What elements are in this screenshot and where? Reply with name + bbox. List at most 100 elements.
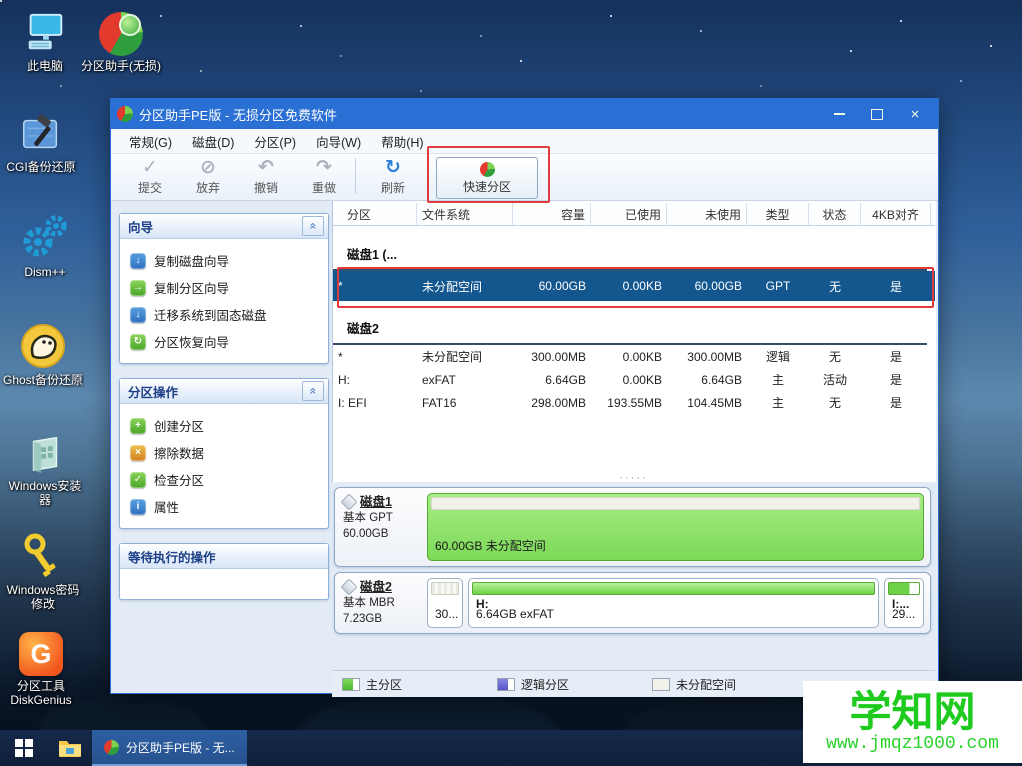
- app-icon: [104, 740, 119, 755]
- primary-partition-swatch: [342, 678, 360, 691]
- sidebar-item-label: 复制分区向导: [154, 278, 229, 297]
- sidebar-item-properties[interactable]: i 属性: [128, 493, 322, 520]
- disk2-h-segment[interactable]: H: 6.64GB exFAT: [468, 578, 879, 628]
- sidebar-item-check-partition[interactable]: ✓ 检查分区: [128, 466, 322, 493]
- close-button[interactable]: ×: [898, 102, 932, 126]
- segment-usage-strip: [472, 582, 875, 595]
- undo-button[interactable]: ↶ 撤销: [237, 156, 295, 196]
- sidebar-item-partition-recovery[interactable]: ↻ 分区恢复向导: [128, 328, 322, 355]
- desktop-icon-partition-assistant[interactable]: 分区助手(无损): [80, 6, 162, 73]
- cell-capacity: 300.00MB: [513, 350, 591, 364]
- watermark: 学知网 www.jmqz1000.com: [803, 681, 1022, 763]
- disk2-map-panel[interactable]: 磁盘2 基本 MBR 7.23GB 30... H: 6.64GB exFAT: [334, 572, 931, 634]
- disk1-map-panel[interactable]: 磁盘1 基本 GPT 60.00GB 60.00GB 未分配空间: [334, 487, 931, 567]
- taskbar-app-partition-assistant[interactable]: 分区助手PE版 - 无...: [92, 730, 247, 766]
- pending-operations-list: [120, 569, 328, 599]
- commit-button[interactable]: ✓ 提交: [121, 156, 179, 196]
- undo-label: 撤销: [254, 181, 278, 195]
- column-used[interactable]: 已使用: [591, 203, 667, 225]
- column-filesystem[interactable]: 文件系统: [417, 203, 513, 225]
- quick-partition-label: 快速分区: [463, 178, 511, 195]
- menu-wizard[interactable]: 向导(W): [306, 129, 371, 154]
- disk2-unallocated-segment[interactable]: 30...: [427, 578, 463, 628]
- desktop-icon-diskgenius[interactable]: G 分区工具 DiskGenius: [0, 626, 82, 707]
- column-status[interactable]: 状态: [809, 203, 861, 225]
- desktop-icon-label: Windows安装器: [4, 479, 86, 507]
- cell-partition: H:: [333, 373, 417, 387]
- legend-label: 未分配空间: [676, 676, 736, 693]
- collapse-chevron-icon[interactable]: [302, 381, 324, 401]
- migrate-os-icon: ↓: [130, 307, 146, 323]
- toolbar-separator: [355, 158, 356, 194]
- disk2-group-header[interactable]: 磁盘2: [333, 315, 927, 345]
- properties-icon: i: [130, 499, 146, 515]
- desktop-icon-dism[interactable]: Dism++: [4, 212, 86, 279]
- menu-disk[interactable]: 磁盘(D): [182, 129, 244, 154]
- refresh-button[interactable]: ↻ 刷新: [364, 156, 422, 196]
- menu-help[interactable]: 帮助(H): [371, 129, 433, 154]
- sidebar-item-create-partition[interactable]: + 创建分区: [128, 412, 322, 439]
- table-row-disk1-unallocated[interactable]: * 未分配空间 60.00GB 0.00KB 60.00GB GPT 无 是: [333, 271, 935, 301]
- file-explorer-button[interactable]: [48, 730, 92, 766]
- redo-label: 重做: [312, 181, 336, 195]
- pane-splitter-handle[interactable]: ·····: [332, 475, 935, 483]
- sidebar-item-wipe-data[interactable]: × 擦除数据: [128, 439, 322, 466]
- sidebar-item-copy-partition-wizard[interactable]: → 复制分区向导: [128, 274, 322, 301]
- maximize-button[interactable]: [860, 102, 894, 126]
- menu-partition[interactable]: 分区(P): [244, 129, 306, 154]
- quick-partition-button[interactable]: 快速分区: [436, 157, 538, 199]
- sidebar-item-label: 擦除数据: [154, 443, 204, 462]
- windows-logo-icon: [15, 739, 33, 757]
- desktop-icon-this-pc[interactable]: 此电脑: [4, 6, 86, 73]
- disk2-type: 基本 MBR: [343, 595, 419, 611]
- cell-type: 主: [747, 394, 809, 411]
- column-unused[interactable]: 未使用: [667, 203, 747, 225]
- cell-4kb-align: 是: [861, 371, 931, 388]
- desktop-icon-cgi-backup[interactable]: CGI备份还原: [0, 107, 82, 174]
- cell-4kb-align: 是: [861, 278, 931, 295]
- gears-icon: [4, 212, 86, 262]
- cell-status: 活动: [809, 371, 861, 388]
- desktop-icon-ghost-backup[interactable]: Ghost备份还原: [2, 320, 84, 387]
- check-partition-icon: ✓: [130, 472, 146, 488]
- sidebar-item-label: 创建分区: [154, 416, 204, 435]
- redo-button[interactable]: ↷ 重做: [295, 156, 353, 196]
- table-row-disk2-h[interactable]: H: exFAT 6.64GB 0.00KB 6.64GB 主 活动 是: [333, 368, 935, 391]
- disk1-unallocated-segment[interactable]: 60.00GB 未分配空间: [427, 493, 924, 561]
- discard-button[interactable]: ⊘ 放弃: [179, 156, 237, 196]
- sidebar-item-copy-disk-wizard[interactable]: ↓ 复制磁盘向导: [128, 247, 322, 274]
- pending-operations-panel: 等待执行的操作: [119, 543, 329, 600]
- cell-capacity: 6.64GB: [513, 373, 591, 387]
- cell-unused: 6.64GB: [667, 373, 747, 387]
- partition-operations-title: 分区操作: [128, 382, 178, 401]
- legend-label: 逻辑分区: [521, 676, 569, 693]
- window-titlebar[interactable]: 分区助手PE版 - 无损分区免费软件 ×: [111, 99, 938, 129]
- disk2-name: 磁盘2: [360, 579, 392, 595]
- refresh-label: 刷新: [381, 181, 405, 195]
- table-row-disk2-unallocated[interactable]: * 未分配空间 300.00MB 0.00KB 300.00MB 逻辑 无 是: [333, 345, 935, 368]
- sidebar-item-label: 迁移系统到固态磁盘: [154, 305, 267, 324]
- minimize-button[interactable]: [822, 102, 856, 126]
- cell-4kb-align: 是: [861, 348, 931, 365]
- table-row-disk2-i-efi[interactable]: I: EFI FAT16 298.00MB 193.55MB 104.45MB …: [333, 391, 935, 414]
- column-capacity[interactable]: 容量: [513, 203, 591, 225]
- desktop-icon-windows-password[interactable]: Windows密码修改: [2, 530, 84, 611]
- partition-assistant-window: 分区助手PE版 - 无损分区免费软件 × 常规(G) 磁盘(D) 分区(P) 向…: [110, 98, 939, 694]
- disk2-i-efi-segment[interactable]: I:... 29...: [884, 578, 924, 628]
- sidebar-item-migrate-os[interactable]: ↓ 迁移系统到固态磁盘: [128, 301, 322, 328]
- legend-logical: 逻辑分区: [497, 676, 642, 693]
- desktop-icon-windows-installer[interactable]: Windows安装器: [4, 426, 86, 507]
- column-type[interactable]: 类型: [747, 203, 809, 225]
- sidebar-item-label: 检查分区: [154, 470, 204, 489]
- maximize-icon: [871, 109, 883, 120]
- start-button[interactable]: [0, 730, 48, 766]
- cell-used: 0.00KB: [591, 350, 667, 364]
- cell-unused: 60.00GB: [667, 279, 747, 293]
- column-partition[interactable]: 分区: [333, 203, 417, 225]
- desktop-icon-label: 分区助手(无损): [80, 59, 162, 73]
- disk1-group-header[interactable]: 磁盘1 (...: [333, 241, 927, 271]
- collapse-chevron-icon[interactable]: [302, 216, 324, 236]
- computer-icon: [4, 6, 86, 56]
- column-4kb-align[interactable]: 4KB对齐: [861, 203, 931, 225]
- menu-general[interactable]: 常规(G): [119, 129, 182, 154]
